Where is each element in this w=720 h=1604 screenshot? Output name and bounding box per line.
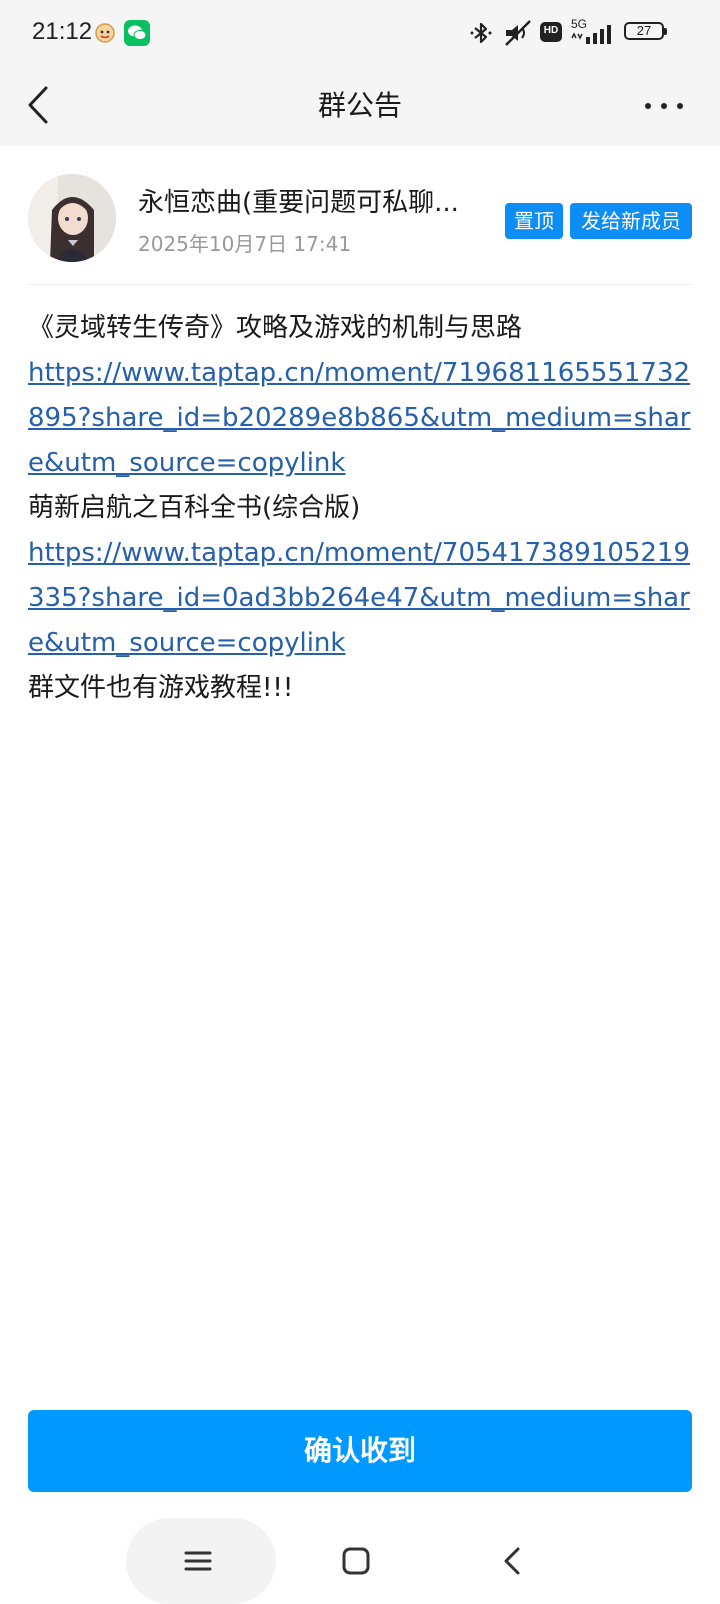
home-button[interactable] [338, 1543, 374, 1579]
author-name: 永恒恋曲(重要问题可私聊... [138, 188, 459, 218]
divider [28, 284, 692, 285]
more-button[interactable] [640, 90, 688, 122]
home-square-icon [342, 1547, 370, 1575]
send-to-new-members-badge: 发给新成员 [570, 203, 692, 239]
more-horizontal-icon [645, 103, 683, 109]
system-back-button[interactable] [494, 1543, 530, 1579]
avatar[interactable] [28, 174, 116, 262]
group-files-note: 群文件也有游戏教程!!! [28, 673, 294, 703]
confirm-received-button[interactable]: 确认收到 [28, 1410, 692, 1492]
signal-icon [571, 25, 611, 44]
header-bar: 群公告 [0, 62, 720, 146]
encyclopedia-link[interactable]: https://www.taptap.cn/moment/70541738910… [28, 538, 690, 658]
status-bar: 21:12 HD 5G 27 [0, 0, 720, 62]
encyclopedia-title-line: 萌新启航之百科全书(综合版) [28, 493, 361, 523]
hd-label: HD [543, 25, 559, 36]
pinned-badge: 置顶 [505, 203, 563, 239]
menu-icon [184, 1551, 212, 1571]
qq-face-icon [95, 23, 115, 43]
bluetooth-icon [470, 22, 492, 44]
battery-icon: 27 [624, 22, 667, 40]
status-time: 21:12 [32, 18, 93, 45]
page-title: 群公告 [317, 89, 402, 122]
guide-link[interactable]: https://www.taptap.cn/moment/71968116555… [28, 358, 690, 478]
wechat-icon [124, 20, 150, 46]
mute-icon [505, 20, 531, 46]
back-chevron-icon [504, 1547, 520, 1575]
menu-button[interactable] [180, 1543, 216, 1579]
guide-title-line: 《灵域转生传奇》攻略及游戏的机制与思路 [28, 313, 523, 343]
post-time: 2025年10月7日 17:41 [138, 232, 352, 256]
announcement-content: 《灵域转生传奇》攻略及游戏的机制与思路 https://www.taptap.c… [28, 306, 696, 711]
